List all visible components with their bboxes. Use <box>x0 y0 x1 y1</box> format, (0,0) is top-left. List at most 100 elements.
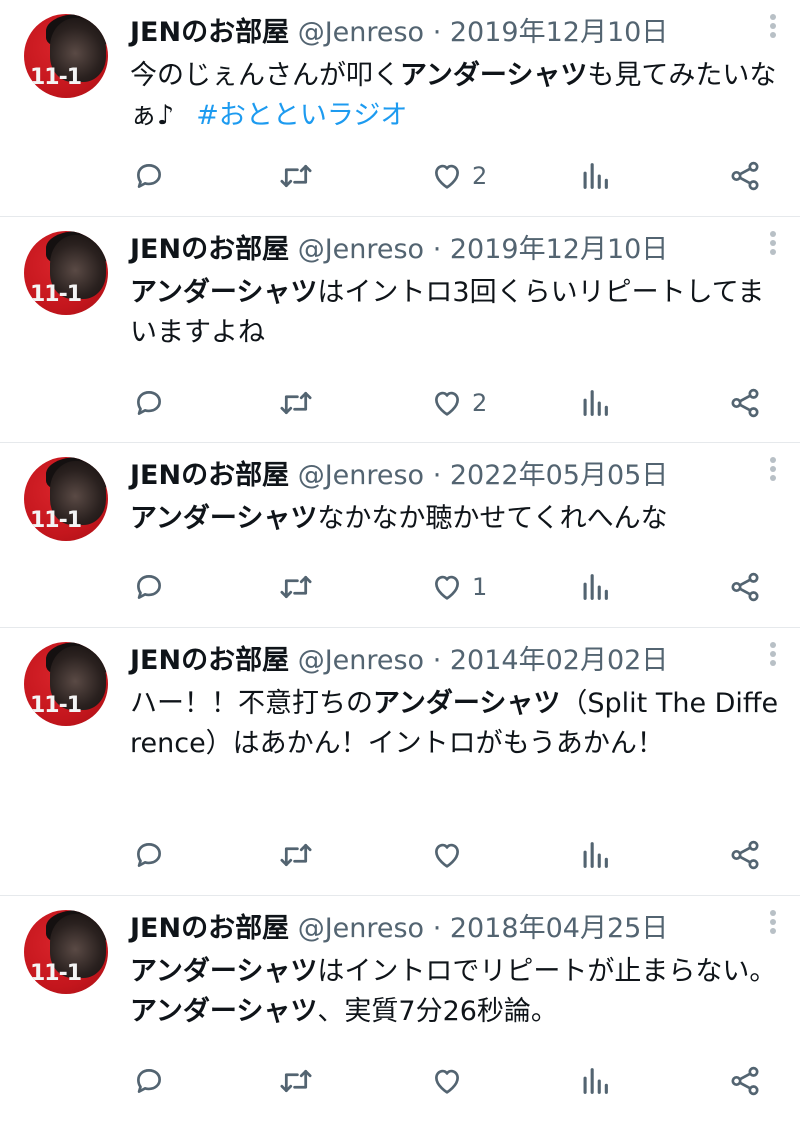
more-dot <box>770 23 776 29</box>
tweet-text: アンダーシャツはイントロでリピートが止まらない。アンダーシャツ、実質7分26秒論… <box>130 952 780 1032</box>
tweet[interactable]: 11-1 JENのお部屋 @Jenreso · 2014年02月02日 ハー！！不意… <box>0 628 800 896</box>
more-vertical-icon[interactable] <box>768 457 778 487</box>
tweet-actions: 2 <box>0 156 800 196</box>
share-button[interactable] <box>728 567 762 607</box>
share-button[interactable] <box>728 156 762 196</box>
avatar[interactable]: 11-1 <box>24 642 108 726</box>
heart-icon <box>430 1064 464 1098</box>
views-button[interactable] <box>580 383 610 423</box>
separator: · <box>432 234 442 265</box>
user-name[interactable]: JENのお部屋 <box>130 17 289 48</box>
tweet[interactable]: 11-1 JENのお部屋 @Jenreso · 2022年05月05日 アンダーシャ… <box>0 443 800 628</box>
tweet[interactable]: 11-1 JENのお部屋 @Jenreso · 2019年12月10日 アンダーシャ… <box>0 217 800 443</box>
more-dot <box>770 651 776 657</box>
highlighted-keyword: アンダーシャツ <box>373 688 561 719</box>
highlighted-keyword: アンダーシャツ <box>130 956 318 987</box>
reply-icon <box>132 386 166 420</box>
share-button[interactable] <box>728 835 762 875</box>
share-button[interactable] <box>728 1061 762 1101</box>
like-button[interactable] <box>430 835 464 875</box>
like-button[interactable]: 2 <box>430 156 487 196</box>
tweet-actions: 2 <box>0 383 800 423</box>
more-dot <box>770 475 776 481</box>
more-dot <box>770 32 776 38</box>
heart-icon <box>430 838 464 872</box>
retweet-button[interactable] <box>278 1061 314 1101</box>
more-vertical-icon[interactable] <box>768 642 778 672</box>
like-button[interactable] <box>430 1061 464 1101</box>
highlighted-keyword: アンダーシャツ <box>130 277 318 308</box>
tweet-header: JENのお部屋 @Jenreso · 2018年04月25日 <box>130 912 668 946</box>
retweet-button[interactable] <box>278 835 314 875</box>
more-dot <box>770 457 776 463</box>
avatar[interactable]: 11-1 <box>24 910 108 994</box>
reply-button[interactable] <box>132 835 166 875</box>
more-dot <box>770 231 776 237</box>
separator: · <box>432 460 442 491</box>
highlighted-keyword: アンダーシャツ <box>400 60 588 91</box>
reply-icon <box>132 1064 166 1098</box>
user-handle[interactable]: @Jenreso <box>298 460 424 491</box>
avatar-text: 11-1 <box>30 693 82 718</box>
user-handle[interactable]: @Jenreso <box>298 234 424 265</box>
user-name[interactable]: JENのお部屋 <box>130 913 289 944</box>
tweet-text-segment: ハー！！不意打ちの <box>130 688 373 719</box>
more-vertical-icon[interactable] <box>768 14 778 44</box>
user-name[interactable]: JENのお部屋 <box>130 460 289 491</box>
more-dot <box>770 240 776 246</box>
hashtag-link[interactable]: #おとといラジオ <box>196 100 407 131</box>
reply-button[interactable] <box>132 567 166 607</box>
like-count: 2 <box>472 162 488 190</box>
like-button[interactable]: 2 <box>430 383 487 423</box>
like-button[interactable]: 1 <box>430 567 487 607</box>
user-name[interactable]: JENのお部屋 <box>130 234 289 265</box>
tweet-date[interactable]: 2014年02月02日 <box>450 645 668 676</box>
tweet-date[interactable]: 2019年12月10日 <box>450 17 668 48</box>
tweet-header: JENのお部屋 @Jenreso · 2014年02月02日 <box>130 644 668 678</box>
retweet-icon <box>278 1064 314 1098</box>
avatar[interactable]: 11-1 <box>24 457 108 541</box>
more-vertical-icon[interactable] <box>768 910 778 940</box>
tweet-text: ハー！！不意打ちのアンダーシャツ（Split The Difference）はあ… <box>130 684 780 764</box>
tweet-date[interactable]: 2022年05月05日 <box>450 460 668 491</box>
views-icon <box>580 1064 610 1098</box>
tweet-text-segment: 今のじぇんさんが叩く <box>130 60 400 91</box>
tweet-header: JENのお部屋 @Jenreso · 2019年12月10日 <box>130 233 668 267</box>
retweet-button[interactable] <box>278 156 314 196</box>
heart-icon <box>430 386 464 420</box>
reply-button[interactable] <box>132 383 166 423</box>
retweet-button[interactable] <box>278 567 314 607</box>
tweet-feed: 11-1 JENのお部屋 @Jenreso · 2019年12月10日 今のじぇんさ… <box>0 0 800 1122</box>
avatar[interactable]: 11-1 <box>24 14 108 98</box>
tweet[interactable]: 11-1 JENのお部屋 @Jenreso · 2018年04月25日 アンダーシャ… <box>0 896 800 1122</box>
user-handle[interactable]: @Jenreso <box>298 645 424 676</box>
tweet-date[interactable]: 2018年04月25日 <box>450 913 668 944</box>
share-button[interactable] <box>728 383 762 423</box>
reply-button[interactable] <box>132 156 166 196</box>
views-icon <box>580 570 610 604</box>
tweet-text-segment: 、実質7分26秒論。 <box>317 996 558 1027</box>
more-dot <box>770 14 776 20</box>
views-icon <box>580 159 610 193</box>
views-button[interactable] <box>580 835 610 875</box>
user-handle[interactable]: @Jenreso <box>298 17 424 48</box>
tweet-text: アンダーシャツはイントロ3回くらいリピートしてまいますよね <box>130 273 780 353</box>
tweet[interactable]: 11-1 JENのお部屋 @Jenreso · 2019年12月10日今のじぇんさ… <box>0 0 800 217</box>
heart-icon <box>430 570 464 604</box>
tweet-actions <box>0 1061 800 1101</box>
user-handle[interactable]: @Jenreso <box>298 913 424 944</box>
views-button[interactable] <box>580 156 610 196</box>
avatar[interactable]: 11-1 <box>24 231 108 315</box>
separator: · <box>432 17 442 48</box>
separator: · <box>432 645 442 676</box>
views-button[interactable] <box>580 1061 610 1101</box>
more-vertical-icon[interactable] <box>768 231 778 261</box>
views-button[interactable] <box>580 567 610 607</box>
avatar-text: 11-1 <box>30 282 82 307</box>
reply-icon <box>132 159 166 193</box>
retweet-button[interactable] <box>278 383 314 423</box>
tweet-text-segment: なかなか聴かせてくれへんな <box>317 503 668 534</box>
tweet-date[interactable]: 2019年12月10日 <box>450 234 668 265</box>
reply-button[interactable] <box>132 1061 166 1101</box>
user-name[interactable]: JENのお部屋 <box>130 645 289 676</box>
